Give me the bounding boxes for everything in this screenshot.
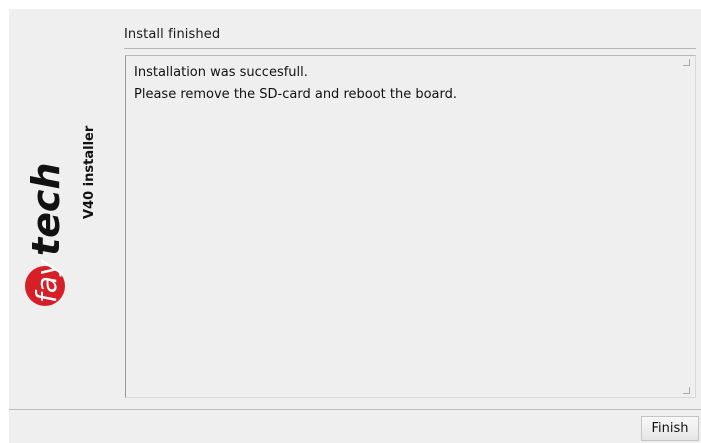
logo-prefix: fay <box>30 259 63 303</box>
resize-grip-icon[interactable] <box>683 387 690 394</box>
finish-button[interactable]: Finish <box>641 416 699 441</box>
faytech-logo: fay tech V40 installer <box>24 125 97 306</box>
title-divider <box>124 48 696 49</box>
brand-panel: fay tech V40 installer <box>9 9 117 409</box>
footer-divider <box>9 409 701 410</box>
message-textarea[interactable]: Installation was succesfull. Please remo… <box>125 55 696 398</box>
scroll-up-indicator[interactable] <box>683 59 690 66</box>
logo-suffix: tech <box>24 162 68 256</box>
page-title: Install finished <box>124 27 221 42</box>
product-name: V40 installer <box>82 125 97 219</box>
message-line-success: Installation was succesfull. <box>134 65 308 80</box>
installer-window: fay tech V40 installer Install finished … <box>9 9 701 443</box>
message-line-instruction: Please remove the SD-card and reboot the… <box>134 87 458 102</box>
